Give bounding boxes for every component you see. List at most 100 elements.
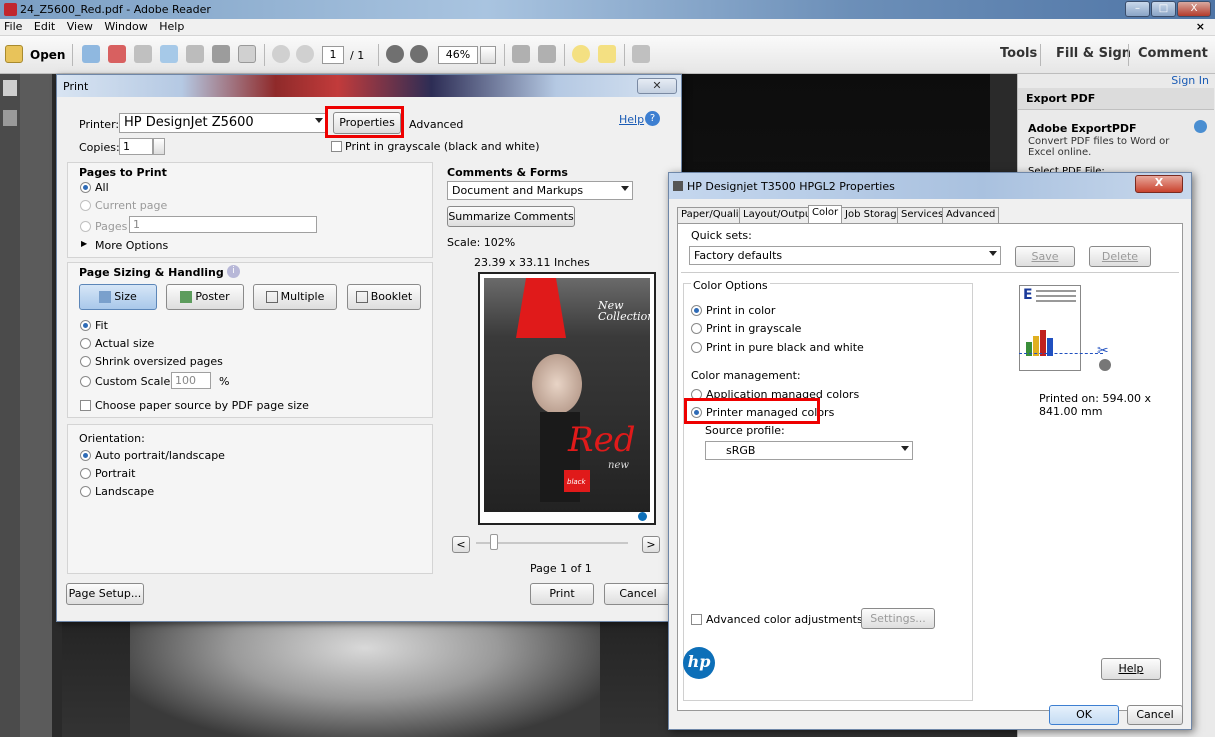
copies-stepper[interactable] — [153, 138, 165, 155]
menu-file[interactable]: File — [0, 19, 26, 34]
toolbar: Open 1 / 1 46% Tools Fill & Sign Comment — [0, 36, 1215, 74]
zoom-dropdown[interactable] — [480, 46, 496, 64]
fullscreen-icon[interactable] — [632, 45, 650, 63]
multiple-button[interactable]: Multiple — [253, 284, 337, 310]
maximize-button[interactable]: □ — [1151, 1, 1176, 17]
print-in-color-radio[interactable] — [691, 305, 702, 316]
help-link[interactable]: Help — [619, 113, 644, 126]
booklet-button[interactable]: Booklet — [347, 284, 421, 310]
chevron-down-icon — [315, 118, 323, 123]
properties-cancel-button[interactable]: Cancel — [1127, 705, 1183, 725]
choose-paper-checkbox[interactable] — [80, 400, 91, 411]
ok-button[interactable]: OK — [1049, 705, 1119, 725]
sign-in-link[interactable]: Sign In — [1171, 74, 1209, 87]
current-page-radio[interactable] — [80, 200, 91, 211]
copies-input[interactable]: 1 — [119, 138, 153, 155]
menu-help[interactable]: Help — [155, 19, 188, 34]
fit-page-icon[interactable] — [512, 45, 530, 63]
settings-button[interactable]: Settings... — [861, 608, 935, 629]
pages-radio[interactable] — [80, 221, 91, 232]
divider — [681, 272, 1179, 273]
pages-icon[interactable] — [3, 80, 17, 96]
all-label: All — [95, 181, 109, 194]
size-button[interactable]: Size — [79, 284, 157, 310]
print-icon[interactable] — [212, 45, 230, 63]
fill-sign-tab[interactable]: Fill & Sign — [1056, 46, 1131, 61]
all-radio[interactable] — [80, 182, 91, 193]
tab-advanced[interactable]: Advanced — [942, 207, 1000, 223]
quick-sets-select[interactable]: Factory defaults — [689, 246, 1001, 265]
zoom-out-icon[interactable] — [386, 45, 404, 63]
advanced-color-checkbox[interactable] — [691, 614, 702, 625]
page-slider-thumb[interactable] — [490, 534, 498, 550]
fit-width-icon[interactable] — [538, 45, 556, 63]
page-number-input[interactable]: 1 — [322, 46, 344, 64]
minimize-button[interactable]: – — [1125, 1, 1150, 17]
next-page-button[interactable]: > — [642, 536, 660, 553]
tools-tab[interactable]: Tools — [1000, 46, 1037, 61]
shrink-radio[interactable] — [80, 356, 91, 367]
comments-select[interactable]: Document and Markups — [447, 181, 633, 200]
close-document-button[interactable]: × — [1192, 19, 1209, 34]
advanced-button[interactable]: Advanced — [409, 118, 463, 131]
attachment-icon[interactable] — [3, 110, 17, 126]
custom-scale-radio[interactable] — [80, 376, 91, 387]
grayscale-checkbox[interactable] — [331, 141, 342, 152]
pages-range-input[interactable]: 1 — [129, 216, 317, 233]
help-icon[interactable]: ? — [645, 111, 660, 126]
properties-help-button[interactable]: Help — [1101, 658, 1161, 680]
convert-icon[interactable] — [108, 45, 126, 63]
export-pdf-header[interactable]: Export PDF — [1018, 88, 1214, 110]
fit-radio[interactable] — [80, 320, 91, 331]
save-quickset-button[interactable]: Save — [1015, 246, 1075, 267]
comment-tab[interactable]: Comment — [1138, 46, 1208, 61]
open-folder-icon[interactable] — [5, 45, 23, 63]
properties-close-button[interactable]: X — [1135, 175, 1183, 193]
open-label[interactable]: Open — [30, 48, 65, 62]
menu-view[interactable]: View — [63, 19, 97, 34]
tab-color[interactable]: Color — [808, 205, 843, 224]
page-slider-track[interactable] — [476, 542, 628, 544]
close-window-button[interactable]: X — [1177, 1, 1211, 17]
print-bw-radio[interactable] — [691, 342, 702, 353]
page-setup-button[interactable]: Page Setup... — [66, 583, 144, 605]
print-button[interactable]: Print — [530, 583, 594, 605]
highlight-icon[interactable] — [598, 45, 616, 63]
cancel-button[interactable]: Cancel — [604, 583, 672, 605]
print-preview-image: New Collection Red new black — [478, 272, 656, 525]
comment-icon[interactable] — [572, 45, 590, 63]
auto-orientation-radio[interactable] — [80, 450, 91, 461]
toolbar-separator — [264, 44, 265, 66]
menu-edit[interactable]: Edit — [30, 19, 59, 34]
print-close-button[interactable]: ✕ — [637, 78, 677, 94]
custom-scale-input[interactable]: 100 — [171, 372, 211, 389]
prev-page-button[interactable]: < — [452, 536, 470, 553]
menu-window[interactable]: Window — [100, 19, 151, 34]
actual-size-radio[interactable] — [80, 338, 91, 349]
cloud-upload-icon[interactable] — [160, 45, 178, 63]
edit-icon[interactable] — [134, 45, 152, 63]
info-icon[interactable]: i — [227, 265, 240, 278]
landscape-radio[interactable] — [80, 486, 91, 497]
next-page-icon[interactable] — [296, 45, 314, 63]
more-options-toggle[interactable]: More Options — [95, 239, 168, 252]
delete-quickset-button[interactable]: Delete — [1089, 246, 1151, 267]
save-icon[interactable] — [186, 45, 204, 63]
portrait-radio[interactable] — [80, 468, 91, 479]
properties-title: HP Designjet T3500 HPGL2 Properties — [687, 180, 895, 193]
printer-select[interactable]: HP DesignJet Z5600 — [119, 113, 327, 133]
prev-page-icon[interactable] — [272, 45, 290, 63]
create-pdf-icon[interactable] — [82, 45, 100, 63]
expand-arrow-icon[interactable]: ▶ — [81, 239, 87, 248]
email-icon[interactable] — [238, 45, 256, 63]
poster-button[interactable]: Poster — [166, 284, 244, 310]
print-grayscale-radio[interactable] — [691, 323, 702, 334]
shrink-label: Shrink oversized pages — [95, 355, 223, 368]
summarize-comments-button[interactable]: Summarize Comments — [447, 206, 575, 227]
zoom-input[interactable]: 46% — [438, 46, 478, 64]
print-in-color-label: Print in color — [706, 304, 776, 317]
poster-black-box: black — [564, 470, 590, 492]
source-profile-select[interactable]: sRGB — [705, 441, 913, 460]
zoom-in-icon[interactable] — [410, 45, 428, 63]
tab-services[interactable]: Services — [897, 207, 948, 223]
